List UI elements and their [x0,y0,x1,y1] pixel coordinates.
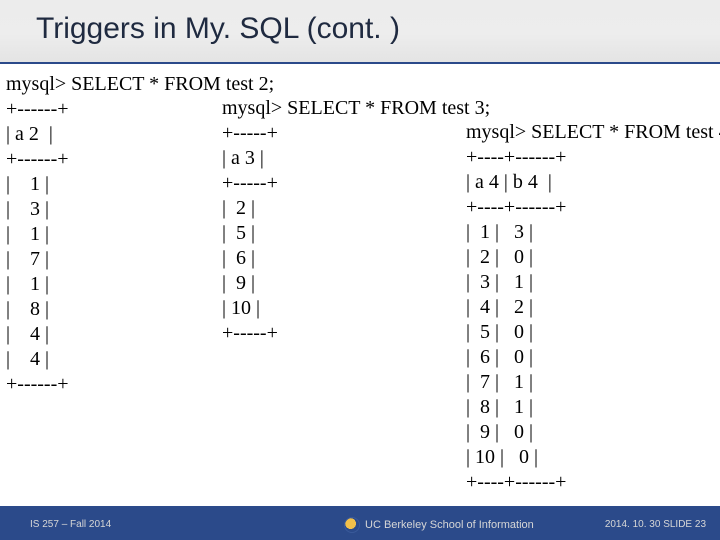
sql-output-test3: mysql> SELECT * FROM test 3; +-----+ | a… [222,96,490,346]
footer-bar: IS 257 – Fall 2014 UC Berkeley School of… [0,506,720,540]
footer-right: 2014. 10. 30 SLIDE 23 [605,519,706,530]
school-logo-icon [345,518,359,532]
content-area: mysql> SELECT * FROM test 2; +------+ | … [6,72,714,490]
sql-output-test4: mysql> SELECT * FROM test 4; +----+-----… [466,120,720,495]
footer-left: IS 257 – Fall 2014 [30,519,111,530]
footer-brand: UC Berkeley School of Information [345,518,534,532]
slide-title: Triggers in My. SQL (cont. ) [36,12,400,46]
slide: Triggers in My. SQL (cont. ) mysql> SELE… [0,0,720,540]
topbar-line [0,62,720,64]
footer-brand-text: UC Berkeley School of Information [365,519,534,531]
